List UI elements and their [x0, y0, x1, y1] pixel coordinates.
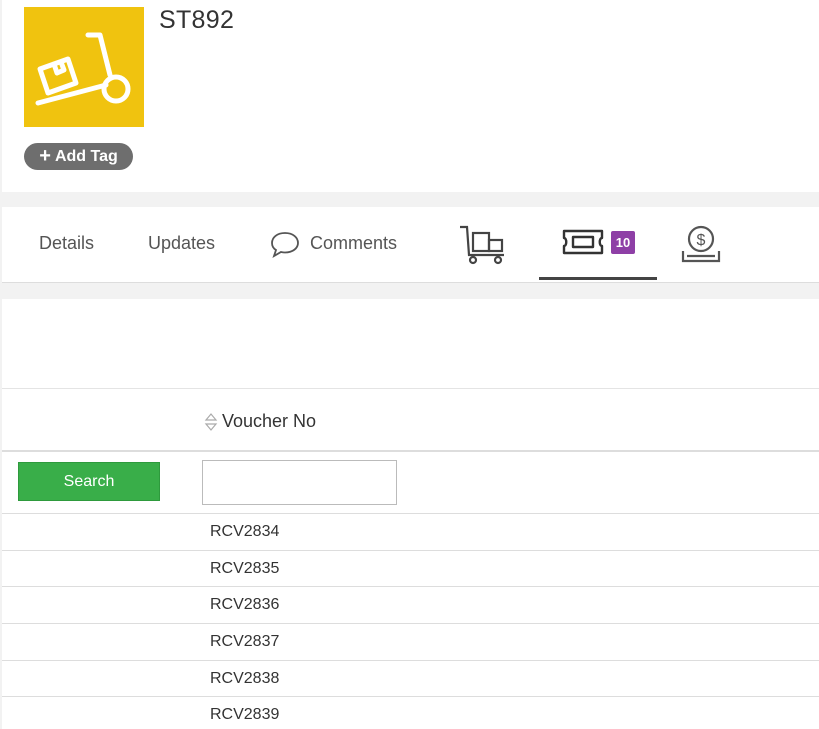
tab-updates[interactable]: Updates [148, 207, 215, 280]
tab-vouchers[interactable]: 10 [539, 207, 657, 280]
voucher-count-badge: 10 [610, 230, 636, 254]
voucher-no-cell: RCV2836 [210, 596, 280, 614]
record-title: ST892 [159, 6, 235, 34]
voucher-no-cell: RCV2834 [210, 523, 280, 540]
voucher-no-cell: RCV2835 [210, 559, 280, 577]
coin-tray-icon: $ [680, 223, 722, 265]
table-row[interactable]: RCV2839 [2, 697, 819, 729]
speech-bubble-icon [270, 230, 300, 258]
tab-updates-label: Updates [148, 233, 216, 253]
table-row[interactable]: RCV2838 [2, 661, 819, 698]
record-header: ST892 + Add Tag [2, 0, 819, 192]
table-row[interactable]: RCV2835 [2, 551, 819, 588]
search-button[interactable]: Search [18, 462, 160, 501]
hand-truck-box-icon [24, 7, 144, 127]
tab-details-label: Details [39, 233, 95, 253]
tab-comments[interactable]: Comments [270, 207, 397, 280]
sort-icon [204, 412, 218, 432]
table-toolbar [2, 299, 819, 389]
tab-shipments[interactable] [458, 207, 508, 280]
voucher-no-header-label: Voucher No [222, 411, 317, 431]
tab-bar: Details Updates Comments 10 $ [2, 207, 819, 283]
table-row[interactable]: RCV2834 [2, 514, 819, 551]
voucher-no-cell: RCV2839 [210, 706, 280, 724]
svg-text:$: $ [697, 232, 706, 249]
add-tag-button[interactable]: + Add Tag [24, 143, 133, 170]
table-header-row: Voucher No [2, 389, 819, 452]
hand-truck-icon [458, 223, 508, 265]
table-row[interactable]: RCV2836 [2, 587, 819, 625]
voucher-no-cell: RCV2838 [210, 669, 280, 687]
voucher-no-cell: RCV2837 [210, 633, 280, 651]
ticket-icon [561, 227, 605, 257]
plus-icon: + [39, 144, 51, 167]
voucher-table-panel: Voucher No Search RCV2834 RCV2835 RCV283… [2, 299, 819, 729]
tab-comments-label: Comments [310, 233, 398, 253]
tab-payments[interactable]: $ [680, 207, 722, 280]
table-row[interactable]: RCV2837 [2, 624, 819, 661]
tab-details[interactable]: Details [39, 207, 94, 280]
table-filter-row: Search [2, 452, 819, 514]
voucher-no-filter-input[interactable] [202, 460, 397, 505]
add-tag-label: Add Tag [54, 147, 118, 165]
voucher-no-column-header[interactable]: Voucher No [204, 411, 316, 432]
